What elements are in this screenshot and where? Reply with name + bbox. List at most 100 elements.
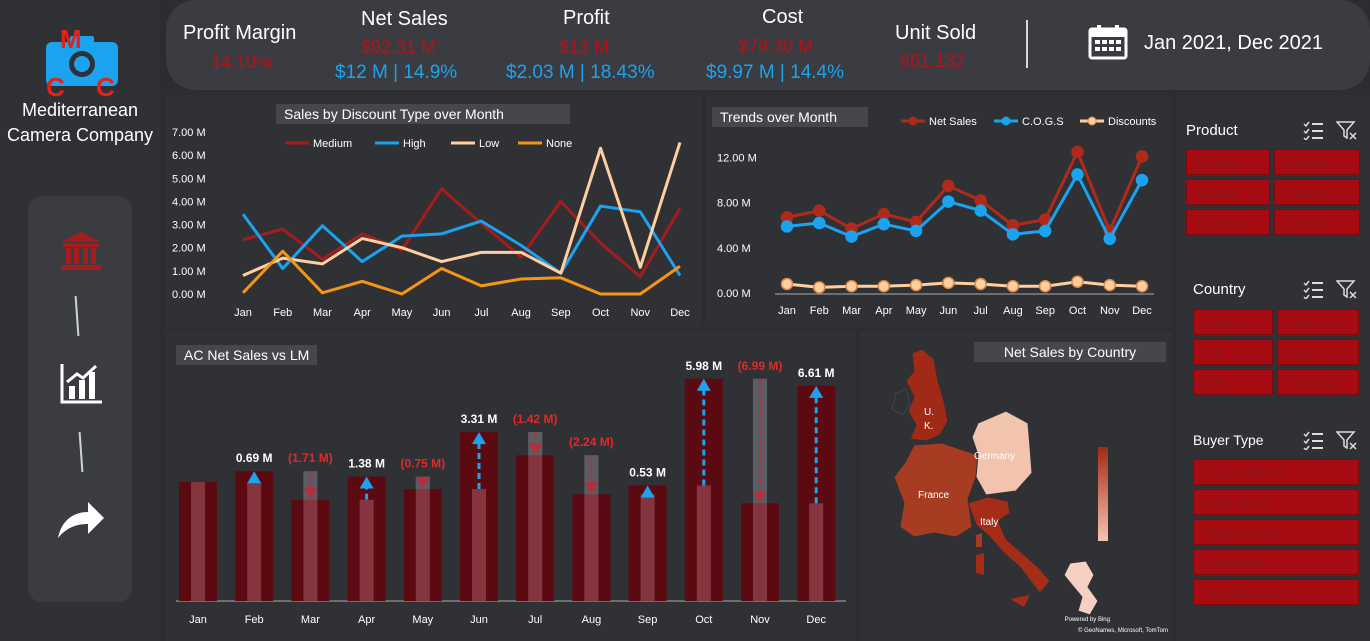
map-region-sardinia [976,553,984,575]
series-line-discounts [786,280,1143,289]
y-tick-label: 4.00 M [717,243,751,255]
product-chip-4[interactable]: Camer... [1274,179,1360,205]
legend-label: C.O.G.S [1022,116,1064,128]
x-tick-label: Jun [433,307,451,319]
country-chip-greece[interactable]: Greece [1277,369,1359,395]
product-chip-5[interactable]: Camer... [1186,209,1270,235]
map-label-uk-2: K. [924,421,933,432]
data-point [974,194,987,207]
bar-previous [696,485,711,601]
bar-chart-icon[interactable] [58,360,104,406]
x-tick-label: Jan [189,614,207,626]
ac-vs-lm-chart-panel: AC Net Sales vs LM Jan 0.69 M Feb (1.71 M) M… [166,331,856,641]
x-tick-label: May [392,307,413,319]
company-name: Mediterranean Camera Company [0,98,160,148]
x-tick-label: Apr [354,307,371,319]
data-point [780,220,794,233]
data-point [942,179,955,193]
date-range[interactable]: Jan 2021, Dec 2021 [1144,32,1323,55]
buyer-chip-institutions[interactable]: Institutions [1193,489,1359,515]
trends-chart-panel: Trends over Month 0.00 M 4.00 M 8.00 M 12.0… [705,95,1172,327]
data-point [845,230,858,243]
country-slicer-title: Country [1193,281,1246,298]
x-tick-label: Jan [778,305,796,317]
map-label-italy: Italy [980,517,998,528]
x-tick-label: Dec [670,307,690,319]
map-color-scale [1098,447,1108,541]
x-tick-label: Feb [273,307,292,319]
kpi-cost-variance: $9.97 M | 14.4% [706,62,845,83]
country-clear-filter-icon[interactable] [1336,279,1358,299]
buyer-chip-resellers[interactable]: Resellers [1193,549,1359,575]
bar-previous [247,481,262,601]
x-tick-label: Apr [875,305,892,317]
ac-vs-lm-bar-chart: Jan 0.69 M Feb (1.71 M) Mar 1.38 M Apr (0.75 M)… [176,359,846,626]
x-tick-label: May [906,305,927,317]
country-chip-france[interactable]: France [1193,309,1273,335]
y-tick-label: 8.00 M [717,198,751,210]
product-chip-1[interactable]: Camer... [1186,149,1270,175]
data-point [877,217,891,231]
y-tick-label: 2.00 M [172,243,206,255]
bank-icon[interactable] [58,228,104,274]
country-chip-gr[interactable]: GR [1193,339,1273,365]
svg-text:C: C [96,72,115,100]
data-point [1006,279,1020,293]
buyer-clear-filter-icon[interactable] [1336,430,1358,450]
x-tick-label: Aug [1003,305,1023,317]
bar-previous [809,503,824,601]
product-chip-3[interactable]: Camer... [1186,179,1270,205]
svg-text:M: M [60,28,82,54]
header-divider [1026,20,1028,68]
x-tick-label: Nov [750,614,770,626]
product-chip-6[interactable]: Camer... [1274,209,1360,235]
variance-label: (6.99 M) [738,359,783,373]
buyer-type-slicer-title: Buyer Type [1193,432,1264,448]
data-point [942,195,955,208]
y-tick-label: 1.00 M [172,266,206,278]
x-tick-label: Sep [638,614,658,626]
country-chip-germany[interactable]: Germa... [1277,309,1359,335]
bar-previous [640,494,655,601]
y-tick-label: 7.00 M [172,127,206,139]
buyer-chip-corporations[interactable]: Corporations [1193,459,1359,485]
sidebar: M C C Mediterranean Camera Company [0,0,160,641]
map-region-ireland [891,388,911,416]
legend-marker [908,116,918,126]
data-point [813,281,826,294]
kpi-profit-margin-value: 14.10% [211,52,273,72]
share-arrow-icon[interactable] [54,498,106,542]
data-point [909,278,923,292]
country-map-panel: Net Sales by Country U. K. Germany Franc… [860,331,1172,641]
y-tick-label: 0.00 M [717,288,751,300]
variance-label: (1.71 M) [288,451,333,465]
map-attribution: © GeoNames, Microsoft, TomTom [1078,627,1168,634]
bar-previous [528,432,543,601]
bar-previous [191,481,205,601]
product-chip-2[interactable]: Camer... [1274,149,1360,175]
x-tick-label: Jul [974,305,988,317]
calendar-icon[interactable] [1088,24,1128,60]
x-tick-label: Sep [1035,305,1055,317]
buyer-chip-supermarkets[interactable]: SuperMarkets [1193,579,1359,605]
legend-label: Net Sales [929,116,977,128]
y-tick-label: 3.00 M [172,220,206,232]
country-chip-uk[interactable]: UK [1193,369,1273,395]
buyer-select-all-icon[interactable] [1302,430,1324,450]
country-map[interactable]: U. K. Germany France Italy Powered by Bi… [860,331,1172,641]
product-select-all-icon[interactable] [1302,120,1324,140]
country-chip-italy[interactable]: Italy [1277,339,1359,365]
x-tick-label: Mar [301,614,320,626]
buyer-chip-minimarkets[interactable]: MiniMarkets [1193,519,1359,545]
discount-type-line-chart: 0.00 M 1.00 M 2.00 M 3.00 M 4.00 M 5.00 M 6.00… [172,127,690,319]
series-line-medium [242,187,682,279]
map-label-germany: Germany [974,451,1015,462]
kpi-cost-label: Cost [762,6,804,28]
product-clear-filter-icon[interactable] [1336,120,1358,140]
x-tick-label: Oct [1069,305,1086,317]
legend-label: Low [479,138,499,150]
kpi-profit-value: $13 M [559,37,610,57]
x-tick-label: Aug [511,307,531,319]
data-point [1103,232,1116,246]
country-select-all-icon[interactable] [1302,279,1324,299]
